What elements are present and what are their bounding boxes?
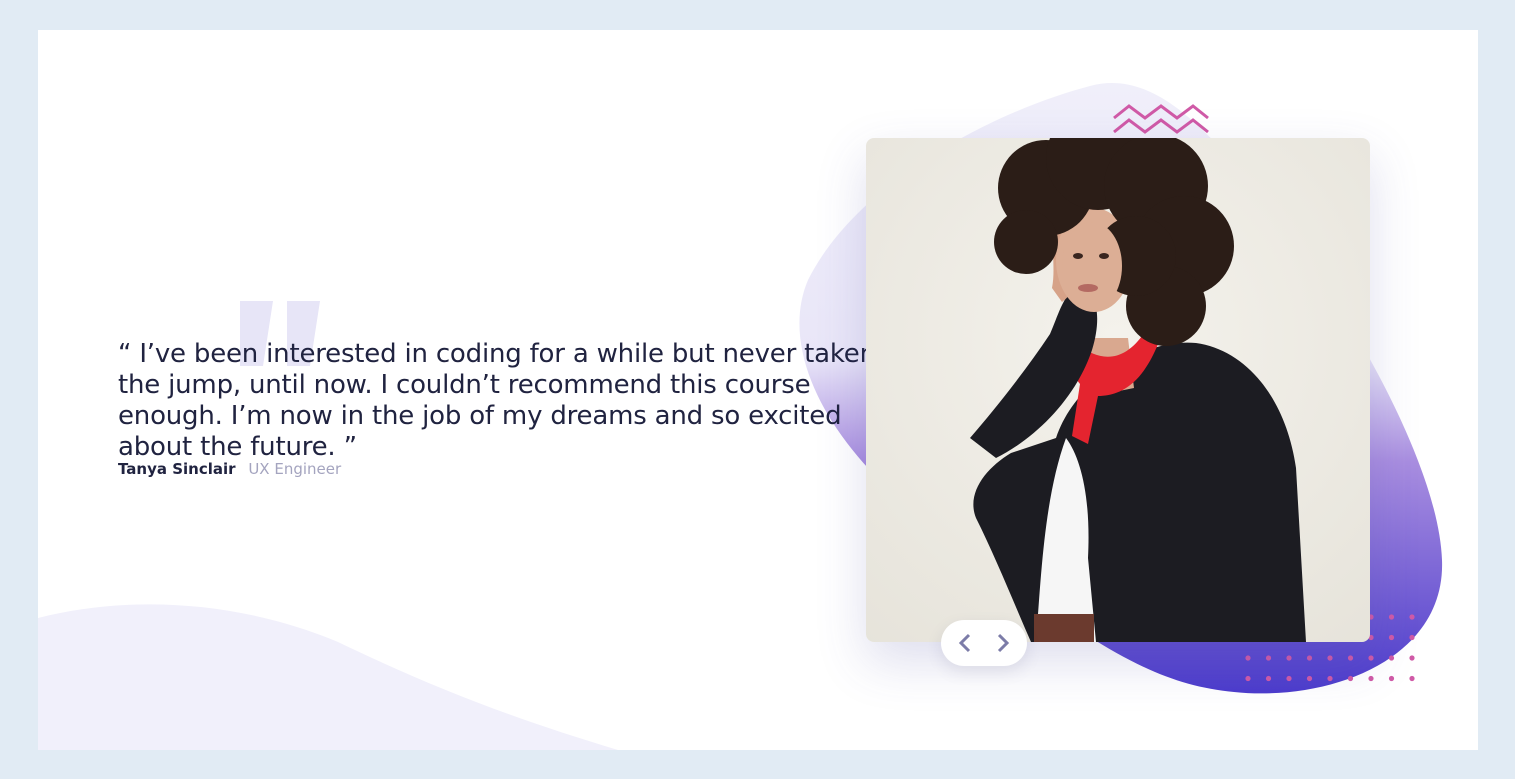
chevron-left-icon bbox=[958, 633, 971, 653]
pattern-dot bbox=[1347, 675, 1354, 682]
author-role: UX Engineer bbox=[248, 460, 342, 478]
pattern-dot bbox=[1306, 675, 1313, 682]
pattern-dot bbox=[1388, 614, 1395, 620]
pattern-dot bbox=[1286, 675, 1292, 682]
pattern-dot bbox=[1265, 655, 1272, 661]
testimonial-photo bbox=[866, 138, 1370, 642]
author-line: Tanya Sinclair UX Engineer bbox=[118, 459, 341, 479]
pattern-dot bbox=[1409, 675, 1415, 682]
pattern-dot bbox=[1245, 675, 1251, 682]
testimonial-card: “ I’ve been interested in coding for a w… bbox=[38, 30, 1478, 750]
pattern-dot bbox=[1327, 655, 1333, 661]
pattern-dot bbox=[1245, 655, 1251, 661]
next-button[interactable] bbox=[989, 629, 1017, 657]
chevron-right-icon bbox=[997, 633, 1010, 653]
previous-button[interactable] bbox=[951, 629, 979, 657]
portrait-illustration bbox=[866, 138, 1370, 642]
pattern-dot bbox=[1368, 675, 1374, 682]
pattern-dot bbox=[1409, 614, 1415, 620]
pattern-dot bbox=[1286, 655, 1292, 661]
pattern-dot bbox=[1368, 655, 1374, 661]
zigzag-pattern-icon bbox=[1113, 104, 1209, 134]
bottom-wave bbox=[38, 604, 618, 750]
pattern-dot bbox=[1347, 655, 1354, 661]
author-name: Tanya Sinclair bbox=[118, 460, 236, 478]
pattern-dot bbox=[1306, 655, 1313, 661]
pattern-dot bbox=[1388, 655, 1395, 661]
pattern-dot bbox=[1388, 634, 1395, 641]
testimonial-quote: “ I’ve been interested in coding for a w… bbox=[118, 339, 876, 462]
pattern-dot bbox=[1409, 634, 1415, 641]
pattern-dot bbox=[1409, 655, 1415, 661]
pattern-dot bbox=[1388, 675, 1395, 682]
carousel-nav bbox=[941, 620, 1027, 666]
pattern-dot bbox=[1327, 675, 1333, 682]
pattern-dot bbox=[1265, 675, 1272, 682]
